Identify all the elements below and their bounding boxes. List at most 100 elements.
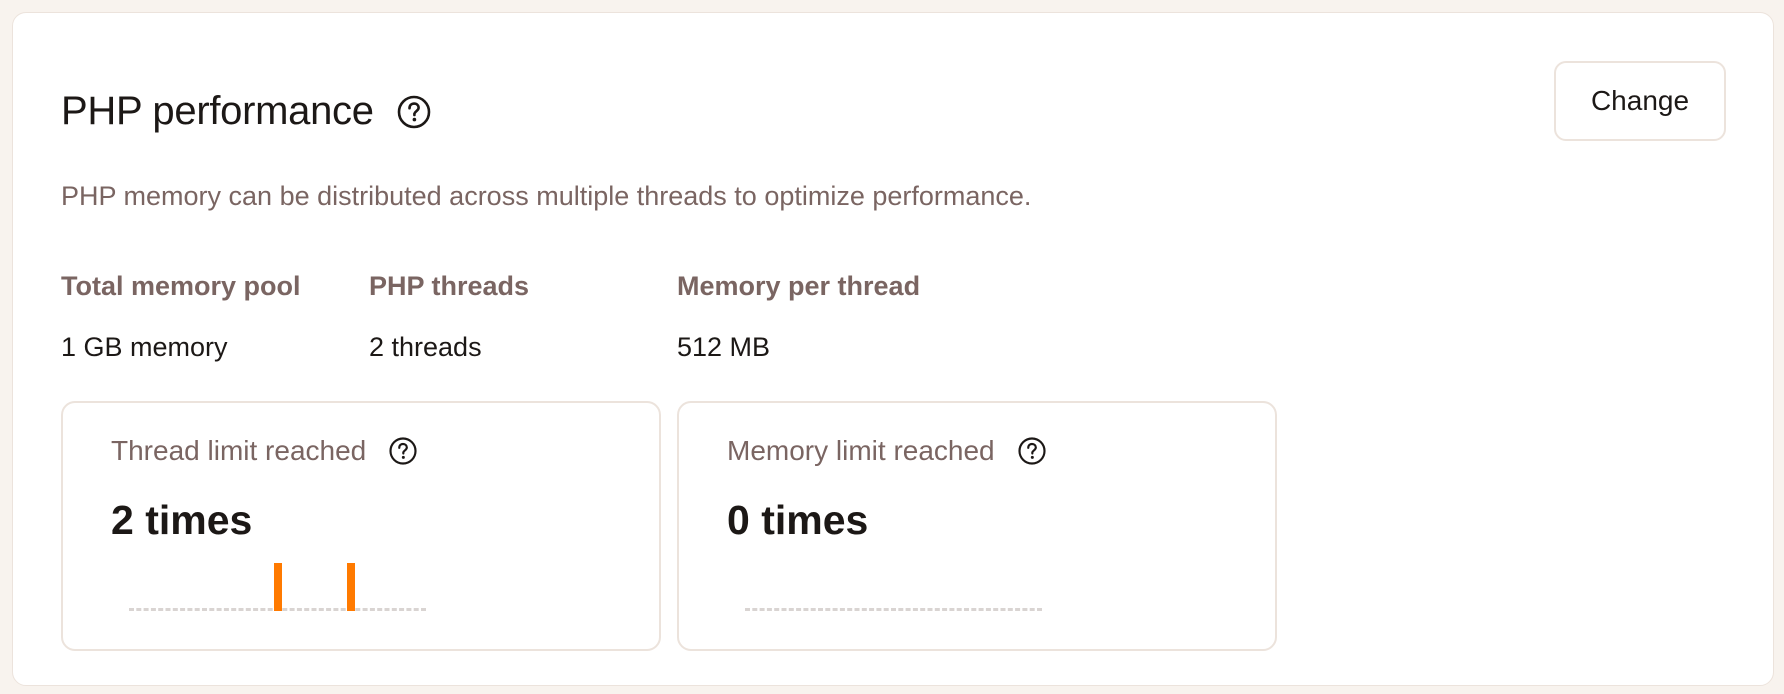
- spark-bar-idle: [876, 608, 882, 611]
- spark-bar-idle: [796, 608, 802, 611]
- spark-bar-idle: [377, 608, 383, 611]
- spark-bar-idle: [172, 608, 178, 611]
- spark-bar-idle: [964, 608, 969, 611]
- spark-bar-idle: [1007, 608, 1013, 611]
- card-header: Thread limit reached: [111, 435, 418, 467]
- spark-bar-idle: [920, 608, 926, 611]
- spark-bar-idle: [927, 608, 933, 611]
- spark-bar-idle: [355, 608, 361, 611]
- stat-memory-per-thread: Memory per thread 512 MB: [677, 271, 920, 363]
- spark-bar-active: [347, 563, 355, 611]
- spark-bar-idle: [260, 608, 266, 611]
- spark-bar-idle: [136, 608, 142, 611]
- spark-bar-idle: [766, 608, 772, 611]
- spark-bar-idle: [869, 608, 875, 611]
- header: PHP performance: [61, 89, 432, 134]
- spark-bar-idle: [912, 608, 918, 611]
- spark-bar-idle: [883, 608, 889, 611]
- help-circle-icon[interactable]: [388, 436, 418, 466]
- spark-bar-idle: [326, 608, 332, 611]
- spark-bar-idle: [949, 608, 955, 611]
- stat-label: Total memory pool: [61, 271, 301, 301]
- spark-bar-idle: [384, 608, 390, 611]
- spark-bar-idle: [934, 608, 940, 611]
- spark-bar-idle: [978, 608, 984, 611]
- spark-bar-idle: [421, 608, 426, 611]
- stat-label: PHP threads: [369, 271, 530, 301]
- spark-bar-idle: [187, 608, 193, 611]
- spark-bar-idle: [311, 608, 317, 611]
- memory-limit-card: Memory limit reached 0 times: [677, 401, 1277, 651]
- spark-bar-idle: [956, 608, 962, 611]
- card-value: 2 times: [111, 497, 253, 543]
- php-performance-panel: PHP performance Change PHP memory can be…: [12, 12, 1774, 686]
- spark-bar-idle: [774, 608, 780, 611]
- spark-bar-idle: [129, 608, 134, 611]
- help-circle-icon[interactable]: [1017, 436, 1047, 466]
- card-header: Memory limit reached: [727, 435, 1047, 467]
- spark-bar-idle: [289, 608, 295, 611]
- stat-total-memory-pool: Total memory pool 1 GB memory: [61, 271, 301, 363]
- spark-bar-idle: [803, 608, 809, 611]
- spark-bar-idle: [150, 608, 156, 611]
- change-button[interactable]: Change: [1554, 61, 1726, 141]
- spark-bar-idle: [1037, 608, 1042, 611]
- card-label: Memory limit reached: [727, 435, 995, 466]
- stat-label: Memory per thread: [677, 271, 921, 301]
- spark-bar-idle: [861, 608, 867, 611]
- spark-bar-idle: [399, 608, 405, 611]
- spark-bar-idle: [839, 608, 845, 611]
- spark-bar-idle: [245, 608, 251, 611]
- spark-bar-idle: [993, 608, 999, 611]
- spark-bar-idle: [854, 608, 860, 611]
- spark-bar-idle: [333, 608, 339, 611]
- spark-bar-idle: [369, 608, 375, 611]
- spark-bar-idle: [143, 608, 149, 611]
- spark-bar-idle: [238, 608, 244, 611]
- spark-bar-idle: [180, 608, 186, 611]
- spark-bar-idle: [362, 608, 368, 611]
- spark-bar-idle: [891, 608, 896, 611]
- spark-bar-active: [274, 563, 282, 611]
- spark-bar-idle: [296, 608, 302, 611]
- spark-bar-idle: [788, 608, 794, 611]
- spark-bar-idle: [391, 608, 397, 611]
- spark-bar-idle: [282, 608, 288, 611]
- spark-bar-idle: [304, 608, 310, 611]
- spark-bar-idle: [1029, 608, 1035, 611]
- spark-bar-idle: [745, 608, 750, 611]
- spark-bar-idle: [202, 608, 207, 611]
- description-text: PHP memory can be distributed across mul…: [61, 181, 1032, 211]
- stat-php-threads: PHP threads 2 threads: [369, 271, 529, 363]
- stat-value: 512 MB: [677, 332, 771, 362]
- spark-bar-idle: [165, 608, 171, 611]
- thread-limit-card: Thread limit reached 2 times: [61, 401, 661, 651]
- spark-bar-idle: [253, 608, 259, 611]
- spark-bar-idle: [1022, 608, 1028, 611]
- spark-bar-idle: [898, 608, 904, 611]
- spark-bar-idle: [985, 608, 991, 611]
- spark-bar-idle: [194, 608, 200, 611]
- page-title: PHP performance: [61, 89, 374, 133]
- spark-bar-idle: [231, 608, 237, 611]
- spark-bar-idle: [209, 608, 215, 611]
- spark-bar-idle: [832, 608, 838, 611]
- spark-bar-idle: [905, 608, 911, 611]
- spark-bar-idle: [158, 608, 164, 611]
- card-value: 0 times: [727, 497, 869, 543]
- spark-bar-idle: [825, 608, 831, 611]
- spark-bar-idle: [818, 608, 823, 611]
- memory-limit-sparkline: [745, 608, 1042, 611]
- spark-bar-idle: [942, 608, 948, 611]
- spark-bar-idle: [1015, 608, 1021, 611]
- spark-bar-idle: [759, 608, 765, 611]
- spark-bar-idle: [413, 608, 419, 611]
- stat-value: 1 GB memory: [61, 332, 228, 362]
- spark-bar-idle: [847, 608, 853, 611]
- spark-bar-idle: [318, 608, 324, 611]
- spark-bar-idle: [1000, 608, 1006, 611]
- spark-bar-idle: [810, 608, 816, 611]
- spark-bar-idle: [781, 608, 787, 611]
- spark-bar-idle: [267, 608, 273, 611]
- help-circle-icon[interactable]: [396, 94, 432, 130]
